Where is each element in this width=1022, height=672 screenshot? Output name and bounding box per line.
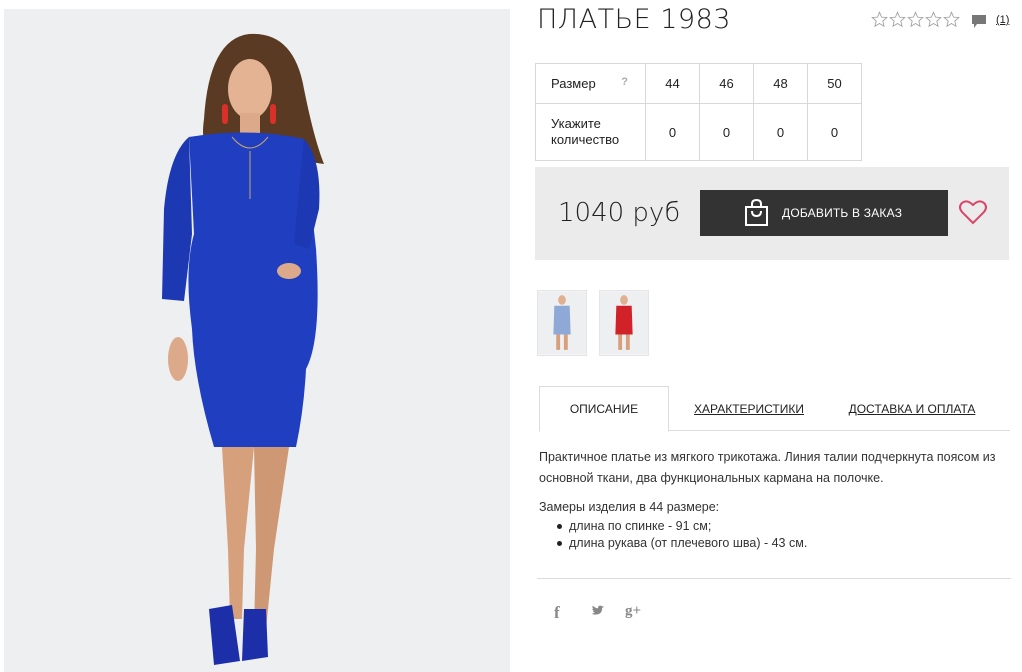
size-quantity-table: Размер ? 44 46 48 50 Укажите количество …: [535, 63, 862, 161]
thumbnail-red[interactable]: [599, 290, 649, 356]
twitter-icon[interactable]: [589, 605, 604, 618]
add-to-order-label: ДОБАВИТЬ В ЗАКАЗ: [782, 206, 903, 220]
divider: [537, 578, 1011, 579]
product-tabs: ОПИСАНИЕ ХАРАКТЕРИСТИКИ ДОСТАВКА И ОПЛАТ…: [539, 386, 1010, 432]
googleplus-icon[interactable]: g+: [625, 603, 641, 620]
tab-delivery-payment[interactable]: ДОСТАВКА И ОПЛАТА: [845, 386, 979, 431]
quantity-field[interactable]: 0: [753, 103, 808, 161]
measurements-title: Замеры изделия в 44 размере:: [539, 500, 720, 514]
star-icon[interactable]: [871, 11, 888, 28]
price-panel: 1040 руб ДОБАВИТЬ В ЗАКАЗ: [535, 167, 1009, 260]
description-text: Практичное платье из мягкого трикотажа. …: [539, 450, 996, 485]
thumbnail-blue[interactable]: [537, 290, 587, 356]
facebook-icon[interactable]: f: [554, 603, 560, 623]
main-product-photo[interactable]: [4, 9, 510, 672]
rating-stars[interactable]: [871, 11, 960, 28]
add-to-order-button[interactable]: ДОБАВИТЬ В ЗАКАЗ: [700, 190, 948, 236]
quantity-field[interactable]: 0: [699, 103, 754, 161]
tab-description[interactable]: ОПИСАНИЕ: [539, 386, 669, 432]
size-label: Размер: [551, 76, 596, 91]
product-price: 1040 руб: [558, 198, 681, 228]
star-icon[interactable]: [925, 11, 942, 28]
thumbnail-image: [538, 291, 586, 355]
size-option[interactable]: 50: [807, 63, 862, 104]
quantity-label: Укажите количество: [535, 103, 646, 161]
tab-characteristics[interactable]: ХАРАКТЕРИСТИКИ: [689, 386, 809, 431]
tab-label: ХАРАКТЕРИСТИКИ: [693, 401, 804, 416]
heart-icon[interactable]: [958, 198, 988, 226]
star-icon[interactable]: [889, 11, 906, 28]
thumbnail-image: [600, 291, 648, 355]
tab-label: ОПИСАНИЕ: [569, 402, 639, 416]
list-item: длина рукава (от плечевого шва) - 43 см.: [556, 535, 1011, 552]
measurements-list: длина по спинке - 91 см; длина рукава (о…: [556, 518, 1011, 552]
quantity-field[interactable]: 0: [645, 103, 700, 161]
tab-label: ДОСТАВКА И ОПЛАТА: [848, 401, 976, 416]
size-label-cell: Размер ?: [535, 63, 646, 104]
product-title: ПЛАТЬЕ 1983: [537, 4, 731, 35]
comment-icon[interactable]: [971, 14, 987, 29]
star-icon[interactable]: [943, 11, 960, 28]
star-icon[interactable]: [907, 11, 924, 28]
size-option[interactable]: 46: [699, 63, 754, 104]
size-option[interactable]: 44: [645, 63, 700, 104]
size-help-icon[interactable]: ?: [621, 76, 628, 88]
dress-photo-illustration: [4, 9, 510, 672]
quantity-field[interactable]: 0: [807, 103, 862, 161]
reviews-count-link[interactable]: (1): [996, 14, 1009, 26]
description-panel: Практичное платье из мягкого трикотажа. …: [539, 447, 1011, 552]
list-item: длина по спинке - 91 см;: [556, 518, 1011, 535]
shopping-bag-icon: [745, 199, 768, 226]
size-option[interactable]: 48: [753, 63, 808, 104]
